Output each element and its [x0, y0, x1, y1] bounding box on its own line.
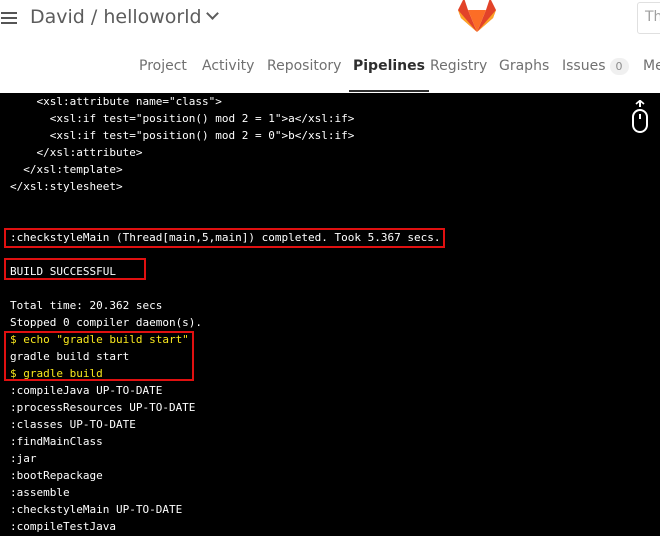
chevron-down-icon — [205, 7, 219, 20]
log-line: :jar — [10, 452, 37, 465]
tab-activity[interactable]: Activity — [202, 57, 254, 75]
search-input[interactable]: Th — [637, 2, 660, 34]
highlight-gradle-commands-box — [4, 331, 194, 381]
gitlab-logo-icon[interactable] — [458, 0, 496, 34]
highlight-build-successful-box — [4, 258, 146, 280]
top-header: David / helloworld Th Project Activity R… — [0, 0, 660, 94]
log-line-total-time: Total time: 20.362 secs — [10, 299, 163, 312]
tab-repository[interactable]: Repository — [267, 57, 341, 75]
log-line: <xsl:if test="position() mod 2 = 0">b</x… — [10, 129, 355, 142]
log-line: :assemble — [10, 486, 70, 499]
tab-issues-label: Issues — [562, 58, 606, 74]
log-line: <xsl:attribute name="class"> — [10, 95, 222, 108]
project-path: David / helloworld — [30, 6, 202, 28]
project-title-dropdown[interactable]: David / helloworld — [30, 4, 219, 30]
tab-pipelines[interactable]: Pipelines — [349, 57, 429, 92]
search-placeholder: Th — [645, 9, 660, 25]
issues-count-badge: 0 — [609, 58, 629, 75]
log-line: :checkstyleMain UP-TO-DATE — [10, 503, 183, 516]
log-line: </xsl:stylesheet> — [10, 180, 123, 193]
scroll-to-bottom-icon[interactable] — [630, 100, 650, 134]
log-line: :classes UP-TO-DATE — [10, 418, 136, 431]
log-line: </xsl:template> — [10, 163, 123, 176]
log-line: Stopped 0 compiler daemon(s). — [10, 316, 203, 329]
tab-graphs[interactable]: Graphs — [499, 57, 549, 75]
log-line: :bootRepackage — [10, 469, 103, 482]
tab-issues[interactable]: Issues 0 — [562, 57, 629, 75]
log-line: :compileJava UP-TO-DATE — [10, 384, 163, 397]
tab-registry[interactable]: Registry — [430, 57, 487, 75]
project-nav: Project Activity Repository Pipelines Re… — [0, 46, 660, 92]
log-line: </xsl:attribute> — [10, 146, 143, 159]
tab-project[interactable]: Project — [139, 57, 187, 75]
highlight-checkstyle-box — [4, 228, 445, 248]
build-log-terminal[interactable]: <xsl:attribute name="class"> <xsl:if tes… — [0, 93, 660, 536]
log-line: :processResources UP-TO-DATE — [10, 401, 196, 414]
tab-more[interactable]: Me — [643, 57, 660, 75]
log-line: :compileTestJava — [10, 520, 116, 533]
log-line: :findMainClass — [10, 435, 103, 448]
log-line: <xsl:if test="position() mod 2 = 1">a</x… — [10, 112, 355, 125]
hamburger-menu-icon[interactable] — [1, 9, 17, 27]
